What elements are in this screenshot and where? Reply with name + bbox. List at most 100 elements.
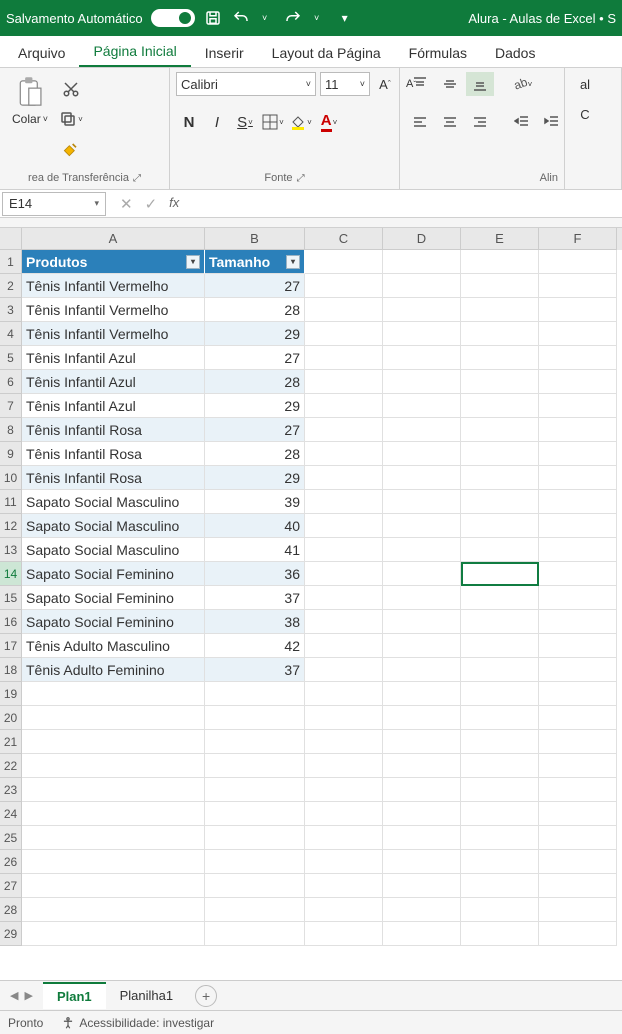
- new-sheet-button[interactable]: +: [195, 985, 217, 1007]
- bold-button[interactable]: N: [176, 110, 202, 134]
- cell[interactable]: [383, 778, 461, 802]
- cell[interactable]: [383, 874, 461, 898]
- font-size-select[interactable]: 11˅: [320, 72, 370, 96]
- row-header[interactable]: 2: [0, 274, 22, 298]
- cell[interactable]: [305, 658, 383, 682]
- cell[interactable]: [539, 394, 617, 418]
- cell[interactable]: 28: [205, 370, 305, 394]
- cell[interactable]: [383, 442, 461, 466]
- cell[interactable]: Tênis Adulto Masculino: [22, 634, 205, 658]
- cell[interactable]: 36: [205, 562, 305, 586]
- align-middle-icon[interactable]: [436, 72, 464, 96]
- increase-font-icon[interactable]: Aˆ: [374, 73, 396, 95]
- col-header-d[interactable]: D: [383, 228, 461, 250]
- row-header[interactable]: 10: [0, 466, 22, 490]
- row-header[interactable]: 15: [0, 586, 22, 610]
- cell[interactable]: [461, 370, 539, 394]
- cell[interactable]: [461, 466, 539, 490]
- align-center-icon[interactable]: [436, 110, 464, 134]
- cell[interactable]: 27: [205, 274, 305, 298]
- cell[interactable]: [461, 634, 539, 658]
- col-header-e[interactable]: E: [461, 228, 539, 250]
- cell[interactable]: [383, 322, 461, 346]
- row-header[interactable]: 27: [0, 874, 22, 898]
- cell[interactable]: 42: [205, 634, 305, 658]
- cell[interactable]: [461, 562, 539, 586]
- cell[interactable]: [305, 874, 383, 898]
- row-header[interactable]: 29: [0, 922, 22, 946]
- cell[interactable]: [539, 898, 617, 922]
- fill-color-button[interactable]: ˅: [288, 110, 314, 134]
- cell[interactable]: [539, 802, 617, 826]
- align-top-icon[interactable]: [406, 72, 434, 96]
- cell[interactable]: [305, 490, 383, 514]
- cell[interactable]: [383, 346, 461, 370]
- cell[interactable]: [383, 466, 461, 490]
- cell[interactable]: [383, 418, 461, 442]
- cell[interactable]: 39: [205, 490, 305, 514]
- cell[interactable]: [383, 826, 461, 850]
- cell[interactable]: [461, 514, 539, 538]
- cell[interactable]: [305, 394, 383, 418]
- row-header[interactable]: 20: [0, 706, 22, 730]
- cell[interactable]: [383, 922, 461, 946]
- align-right-icon[interactable]: [466, 110, 494, 134]
- row-header[interactable]: 16: [0, 610, 22, 634]
- cell[interactable]: [305, 634, 383, 658]
- cell[interactable]: [383, 706, 461, 730]
- cell[interactable]: [539, 250, 617, 274]
- italic-button[interactable]: I: [204, 110, 230, 134]
- border-button[interactable]: ˅: [260, 110, 286, 134]
- cell[interactable]: [305, 514, 383, 538]
- row-header[interactable]: 1: [0, 250, 22, 274]
- cell[interactable]: [205, 778, 305, 802]
- cell[interactable]: [461, 418, 539, 442]
- cell[interactable]: Tênis Infantil Rosa: [22, 418, 205, 442]
- row-header[interactable]: 28: [0, 898, 22, 922]
- cell[interactable]: 29: [205, 394, 305, 418]
- fx-icon[interactable]: fx: [169, 195, 179, 213]
- cell[interactable]: [383, 562, 461, 586]
- cell[interactable]: [22, 826, 205, 850]
- merge-icon[interactable]: C: [571, 102, 599, 126]
- cell[interactable]: [383, 898, 461, 922]
- cell[interactable]: [461, 922, 539, 946]
- cell[interactable]: [305, 610, 383, 634]
- font-color-button[interactable]: A˅: [316, 110, 342, 134]
- cell[interactable]: [383, 274, 461, 298]
- sheet-nav-prev-icon[interactable]: ◀: [10, 989, 18, 1002]
- cell[interactable]: [461, 586, 539, 610]
- row-header[interactable]: 6: [0, 370, 22, 394]
- cell[interactable]: 28: [205, 442, 305, 466]
- wrap-text-icon[interactable]: al: [571, 72, 599, 96]
- row-header[interactable]: 18: [0, 658, 22, 682]
- underline-button[interactable]: S˅: [232, 110, 258, 134]
- cell[interactable]: [461, 682, 539, 706]
- cell[interactable]: [539, 586, 617, 610]
- cell[interactable]: [205, 706, 305, 730]
- orientation-icon[interactable]: ab˅: [508, 72, 536, 96]
- cell[interactable]: [539, 634, 617, 658]
- increase-indent-icon[interactable]: [538, 110, 566, 134]
- row-header[interactable]: 22: [0, 754, 22, 778]
- cell[interactable]: Tênis Infantil Vermelho: [22, 322, 205, 346]
- cell[interactable]: [461, 442, 539, 466]
- cell[interactable]: Sapato Social Masculino: [22, 490, 205, 514]
- cell[interactable]: [383, 610, 461, 634]
- cell[interactable]: 37: [205, 586, 305, 610]
- cell[interactable]: 37: [205, 658, 305, 682]
- cell[interactable]: 27: [205, 418, 305, 442]
- font-dialog-launcher-icon[interactable]: ⤢: [297, 173, 305, 184]
- cut-icon[interactable]: [58, 78, 84, 100]
- cell[interactable]: [205, 802, 305, 826]
- row-header[interactable]: 23: [0, 778, 22, 802]
- col-header-b[interactable]: B: [205, 228, 305, 250]
- cell[interactable]: [539, 922, 617, 946]
- cell[interactable]: [305, 274, 383, 298]
- clipboard-dialog-launcher-icon[interactable]: ⤢: [133, 173, 141, 184]
- cell[interactable]: [205, 826, 305, 850]
- tab-formulas[interactable]: Fórmulas: [395, 39, 481, 67]
- sheet-tab-plan1[interactable]: Plan1: [43, 982, 106, 1009]
- cell[interactable]: 40: [205, 514, 305, 538]
- cell[interactable]: [539, 706, 617, 730]
